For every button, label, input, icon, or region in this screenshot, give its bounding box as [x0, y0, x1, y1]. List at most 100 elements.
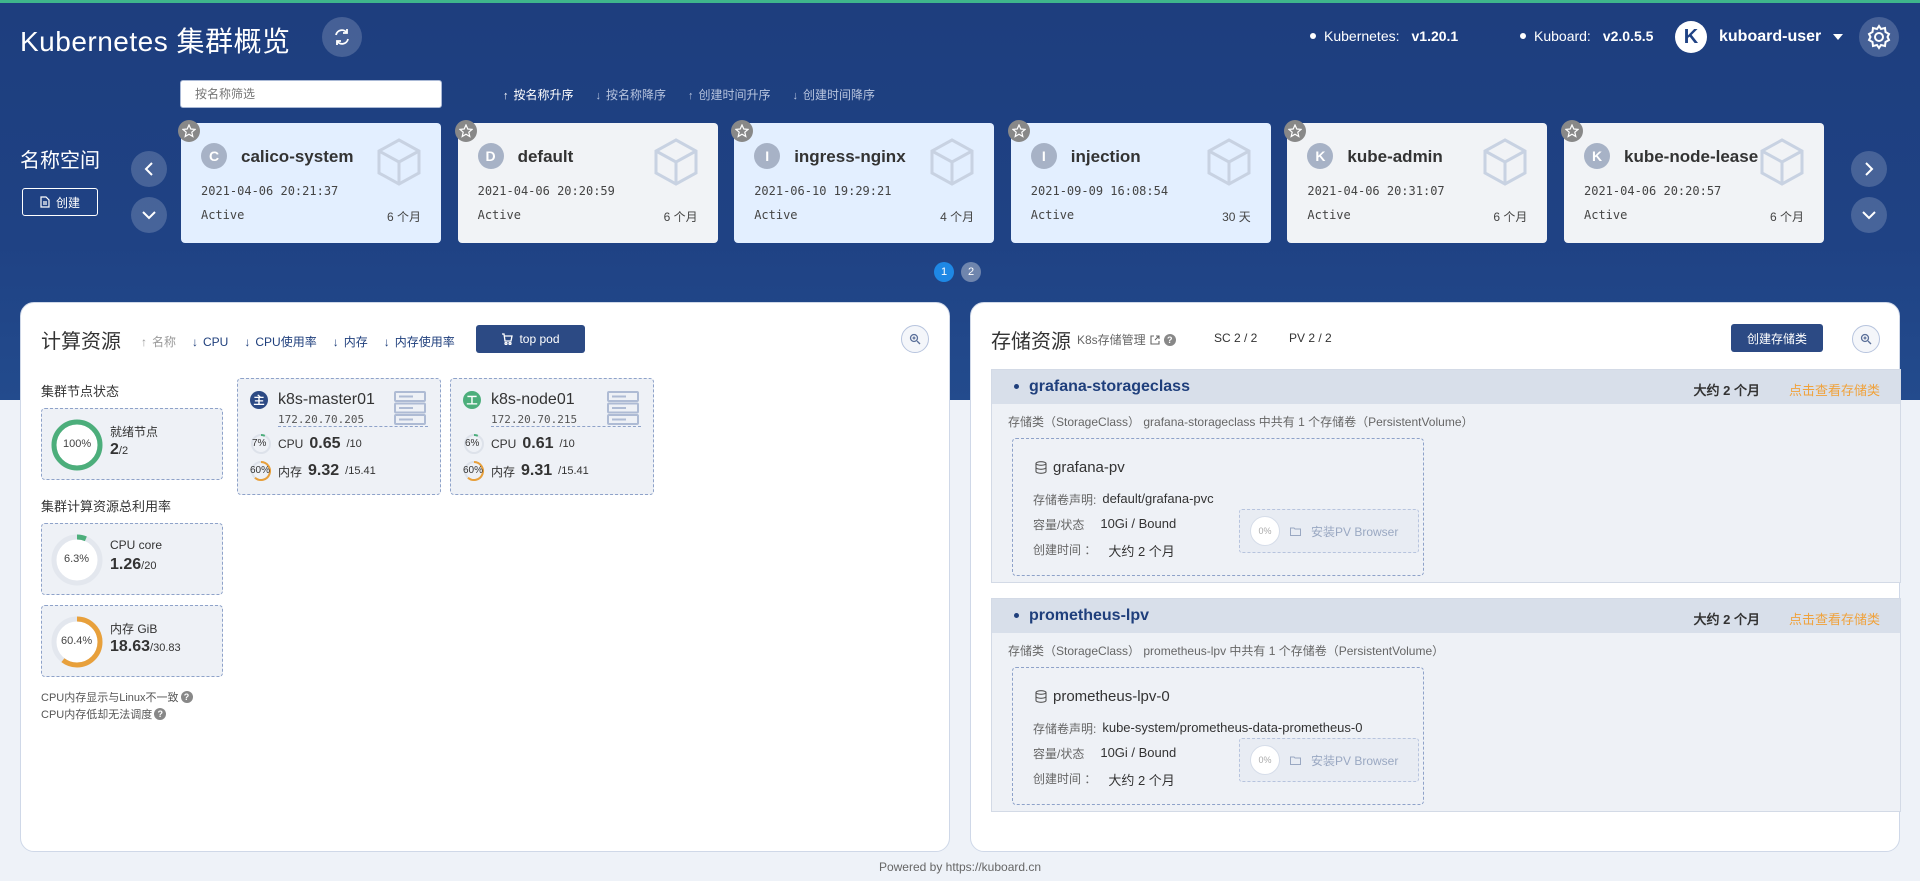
namespace-card[interactable]: K kube-admin 2021-04-06 20:31:07 Active …	[1284, 120, 1548, 243]
star-icon[interactable]	[1284, 120, 1307, 142]
cpu-value: 1.26/20	[110, 556, 156, 574]
namespace-age: 4 个月	[940, 210, 975, 224]
k8s-storage-link[interactable]: K8s存储管理 ?	[1077, 331, 1176, 348]
star-icon[interactable]	[1007, 120, 1030, 142]
divider	[278, 426, 428, 427]
namespace-card[interactable]: D default 2021-04-06 20:20:59 Active 6 个…	[454, 120, 718, 243]
memory-label: 内存	[491, 464, 516, 479]
cpu-total: /10	[346, 438, 362, 450]
refresh-button[interactable]	[322, 17, 362, 57]
star-icon[interactable]	[454, 120, 477, 142]
page-2[interactable]: 2	[961, 262, 981, 282]
chevron-down-icon	[1862, 211, 1876, 220]
namespace-collapse-button[interactable]	[1851, 197, 1887, 233]
namespace-card[interactable]: C calico-system 2021-04-06 20:21:37 Acti…	[178, 120, 441, 243]
pv-card[interactable]: prometheus-lpv-0 存储卷声明: kube-system/prome…	[1012, 667, 1424, 805]
star-icon[interactable]	[1561, 120, 1583, 142]
namespace-status: Active	[477, 208, 521, 222]
node-card[interactable]: 工 k8s-node01 172.20.70.215 6% CPU 0.61/1…	[450, 378, 654, 495]
sort-by-cpu-usage[interactable]: ↓ CPU使用率	[244, 333, 316, 350]
namespace-age: 6 个月	[663, 210, 698, 224]
namespace-age: 6 个月	[386, 210, 421, 224]
namespace-created: 2021-04-06 20:20:59	[477, 184, 615, 198]
cpu-label: CPU	[278, 437, 304, 451]
create-namespace-button[interactable]: 创建	[22, 188, 98, 216]
view-storage-class-link[interactable]: 点击查看存储类	[1789, 609, 1880, 628]
refresh-icon	[335, 29, 349, 45]
sort-name-desc[interactable]: ↓ 按名称降序	[596, 86, 667, 103]
star-icon[interactable]	[731, 120, 754, 142]
namespace-next-button[interactable]	[1851, 151, 1887, 187]
top-pod-button[interactable]: top pod	[476, 325, 585, 353]
sort-time-asc[interactable]: ↑ 创建时间升序	[688, 86, 771, 103]
pv-title: grafana-pv	[1035, 459, 1125, 476]
sort-by-cpu[interactable]: ↓ CPU	[192, 335, 228, 349]
namespace-expand-button[interactable]	[131, 197, 167, 233]
namespace-initial: C	[201, 143, 227, 169]
namespace-prev-button[interactable]	[131, 151, 167, 187]
namespace-card[interactable]: K kube-node-lease 2021-04-06 20:20:57 Ac…	[1561, 120, 1824, 243]
pv-name: prometheus-lpv-0	[1053, 688, 1170, 705]
namespace-filter-input[interactable]	[180, 80, 442, 108]
cpu-value: 0.65	[309, 435, 341, 452]
namespace-card[interactable]: I ingress-nginx 2021-06-10 19:29:21 Acti…	[731, 120, 995, 243]
compute-title: 计算资源	[41, 331, 121, 353]
storage-class-name[interactable]: grafana-storageclass	[1029, 378, 1190, 396]
create-storage-class-button[interactable]: 创建存储类	[1731, 324, 1823, 352]
claim-label: 存储卷声明:	[1033, 493, 1097, 507]
pv-usage-ring: 0%	[1250, 516, 1280, 546]
pv-browser-label: 安装PV Browser	[1311, 524, 1399, 539]
note-cpu-memory-schedule[interactable]: CPU内存低却无法调度?	[41, 706, 167, 722]
pv-created: 创建时间 ： 大约 2 个月	[1033, 770, 1175, 789]
install-pv-browser-button[interactable]: 0% 安装PV Browser	[1239, 738, 1419, 782]
storage-class-header: grafana-storageclass 大约 2 个月 点击查看存储类	[992, 370, 1900, 404]
note-cpu-memory-linux[interactable]: CPU内存显示与Linux不一致?	[41, 689, 193, 705]
pv-usage-ring: 0%	[1250, 745, 1280, 775]
page-1[interactable]: 1	[934, 262, 954, 282]
memory-label: 内存	[278, 464, 303, 479]
namespace-initial: K	[1584, 143, 1610, 169]
compute-panel: 计算资源 ↑ 名称 ↓ CPU ↓ CPU使用率 ↓ 内存 ↓ 内存使用率 top pod…	[20, 302, 950, 852]
help-icon: ?	[180, 691, 193, 703]
view-storage-class-link[interactable]: 点击查看存储类	[1789, 380, 1880, 399]
compute-zoom-button[interactable]	[901, 325, 929, 353]
sort-by-name[interactable]: ↑ 名称	[141, 333, 176, 350]
storage-class-name[interactable]: prometheus-lpv	[1029, 607, 1149, 625]
install-pv-browser-button[interactable]: 0% 安装PV Browser	[1239, 509, 1419, 553]
user-menu[interactable]: K kuboard-user	[1675, 21, 1844, 53]
zoom-icon	[1860, 333, 1872, 345]
namespace-status: Active	[754, 208, 798, 222]
storage-zoom-button[interactable]	[1852, 325, 1880, 353]
sort-label: CPU使用率	[255, 335, 317, 349]
sort-name-asc[interactable]: ↑ 按名称升序	[503, 86, 574, 103]
pv-created: 创建时间 ： 大约 2 个月	[1033, 541, 1175, 560]
settings-button[interactable]	[1859, 17, 1899, 57]
created-label: 创建时间 ：	[1033, 772, 1097, 786]
storage-class-age: 大约 2 个月	[1693, 383, 1760, 398]
storage-class-header: prometheus-lpv 大约 2 个月 点击查看存储类	[992, 599, 1900, 633]
node-ip: 172.20.70.215	[491, 413, 578, 426]
claim-label: 存储卷声明:	[1033, 722, 1097, 736]
footer: Powered by https://kuboard.cn	[878, 860, 1042, 874]
storage-class-row: grafana-storageclass 大约 2 个月 点击查看存储类 存储类…	[991, 369, 1901, 583]
pv-card[interactable]: grafana-pv 存储卷声明: default/grafana-pvc 容量/…	[1012, 438, 1424, 576]
top-pod-label: top pod	[519, 332, 560, 346]
namespace-card[interactable]: I injection 2021-09-09 16:08:54 Active 3…	[1007, 120, 1271, 243]
sort-by-memory[interactable]: ↓ 内存	[333, 333, 368, 350]
kubernetes-label: Kubernetes:	[1324, 28, 1400, 44]
sc-count: SC 2 / 2	[1214, 331, 1258, 345]
sort-by-memory-usage[interactable]: ↓ 内存使用率	[384, 333, 455, 350]
star-icon[interactable]	[178, 120, 200, 142]
cube-icon	[930, 138, 974, 186]
pv-capacity: 容量/状态 10Gi / Bound	[1033, 745, 1176, 762]
namespace-name: ingress-nginx	[794, 147, 906, 166]
help-icon: ?	[1163, 333, 1176, 346]
memory-percent-label: 60%	[463, 465, 484, 476]
namespace-created: 2021-09-09 16:08:54	[1030, 184, 1169, 198]
sort-time-desc[interactable]: ↓ 创建时间降序	[793, 86, 876, 103]
cube-icon	[1207, 138, 1251, 186]
cpu-usage-box: 6.3% CPU core 1.26/20	[41, 523, 223, 595]
node-card[interactable]: 主 k8s-master01 172.20.70.205 7% CPU 0.65…	[237, 378, 441, 495]
capacity-value: 10Gi / Bound	[1100, 516, 1177, 531]
namespace-status: Active	[1307, 208, 1351, 222]
